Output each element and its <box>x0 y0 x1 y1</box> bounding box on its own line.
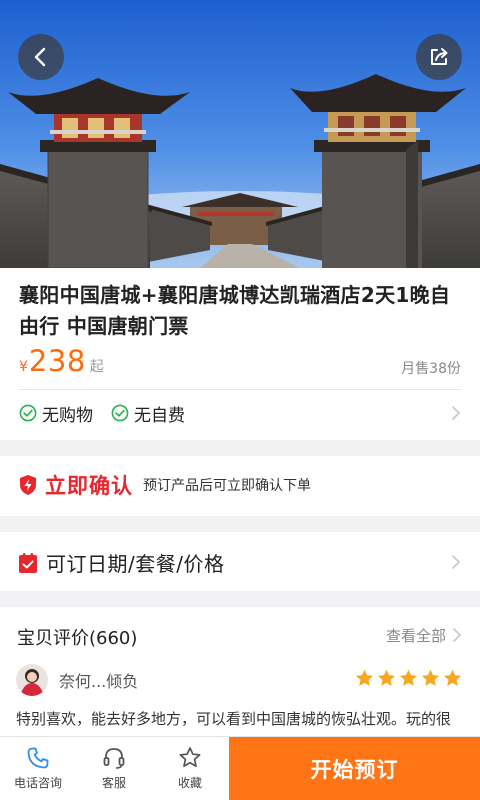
instant-confirm-description: 预订产品后可立即确认下单 <box>143 478 311 494</box>
star-icon <box>355 669 374 686</box>
available-dates-row[interactable]: 可订日期/套餐/价格 <box>0 532 480 591</box>
star-icon <box>443 669 462 686</box>
tang-city-gate-photo <box>0 0 480 268</box>
share-button[interactable] <box>416 34 462 80</box>
available-dates-label: 可订日期/套餐/价格 <box>46 552 225 576</box>
chevron-right-icon <box>452 406 461 420</box>
review-author: 奈何...倾负 <box>16 664 138 696</box>
tag-label: 无自费 <box>134 405 185 426</box>
view-all-reviews-link[interactable]: 查看全部 <box>386 625 446 646</box>
check-circle-icon <box>111 404 129 422</box>
check-circle-icon <box>19 404 37 422</box>
product-title: 襄阳中国唐城+襄阳唐城博达凯瑞酒店2天1晚自由行 中国唐朝门票 <box>19 283 451 338</box>
price-value: 238 <box>28 344 86 378</box>
price-currency: ¥ <box>19 359 28 375</box>
star-icon <box>377 669 396 686</box>
rating-stars <box>352 669 462 687</box>
headset-icon <box>103 748 125 769</box>
product-info-card: 襄阳中国唐城+襄阳唐城博达凯瑞酒店2天1晚自由行 中国唐朝门票 ¥ 238 起 … <box>0 268 480 440</box>
divider <box>19 389 461 390</box>
star-outline-icon <box>179 747 201 767</box>
reviews-title: 宝贝评价(660) <box>17 628 138 649</box>
phone-consult-button[interactable]: 电话咨询 <box>0 737 76 800</box>
monthly-sales: 月售38份 <box>401 361 461 377</box>
instant-confirm-title: 立即确认 <box>45 474 133 498</box>
tag-no-extra-cost: 无自费 <box>111 401 185 426</box>
chevron-right-icon <box>452 554 461 569</box>
phone-icon <box>27 747 49 769</box>
price: ¥ 238 起 <box>19 344 104 378</box>
calendar-check-icon <box>19 552 37 573</box>
customer-service-label: 客服 <box>101 776 126 790</box>
price-suffix: 起 <box>89 359 104 375</box>
customer-service-button[interactable]: 客服 <box>76 737 152 800</box>
star-icon <box>421 669 440 686</box>
service-tags-row[interactable]: 无购物 无自费 <box>19 398 461 428</box>
chevron-left-icon <box>34 47 46 67</box>
favorite-button[interactable]: 收藏 <box>152 737 228 800</box>
favorite-label: 收藏 <box>177 776 202 790</box>
start-booking-button[interactable]: 开始预订 <box>229 737 480 800</box>
chevron-right-icon[interactable] <box>452 627 462 643</box>
phone-consult-label: 电话咨询 <box>13 776 62 790</box>
star-icon <box>399 669 418 686</box>
hero-image <box>0 0 480 268</box>
shield-lightning-icon <box>20 475 36 495</box>
tag-no-shopping: 无购物 <box>19 401 93 426</box>
instant-confirm-card: 立即确认 预订产品后可立即确认下单 <box>0 456 480 516</box>
reviewer-name: 奈何...倾负 <box>59 672 139 691</box>
share-icon <box>431 48 448 65</box>
bottom-action-bar: 电话咨询 客服 收藏 开始预订 <box>0 736 480 800</box>
back-button[interactable] <box>18 34 64 80</box>
tag-label: 无购物 <box>42 405 93 426</box>
avatar <box>16 664 48 696</box>
